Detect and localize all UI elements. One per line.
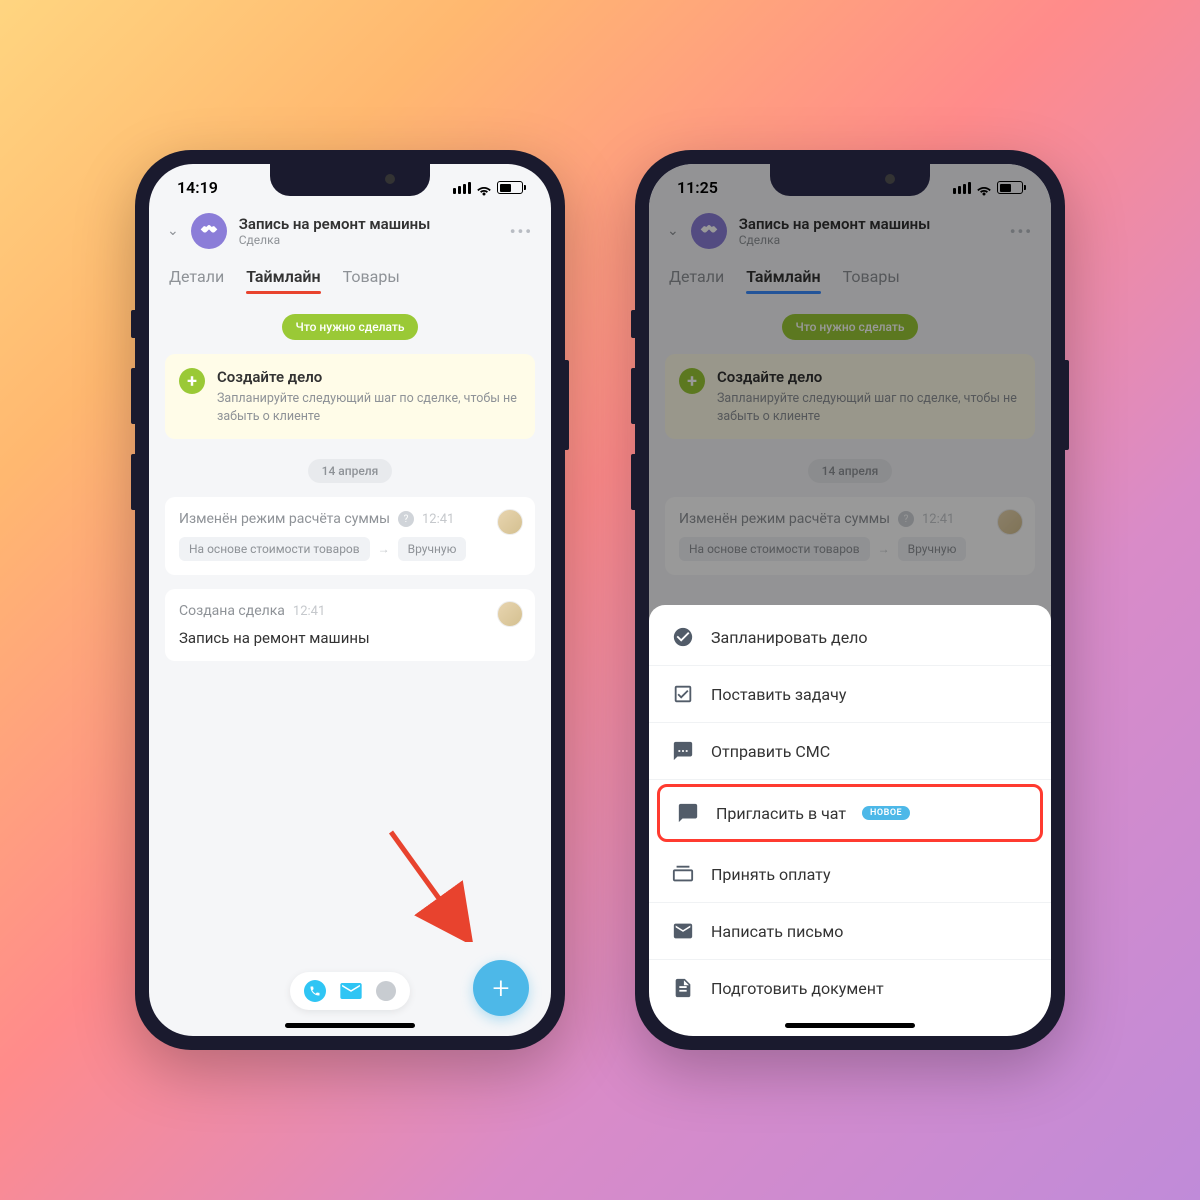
chevron-down-icon[interactable]: ⌄ bbox=[167, 223, 179, 239]
tab-details[interactable]: Детали bbox=[169, 267, 224, 298]
notch bbox=[770, 164, 930, 196]
date-pill: 14 апреля bbox=[308, 459, 393, 483]
create-subtitle: Запланируйте следующий шаг по сделке, чт… bbox=[217, 390, 521, 425]
home-indicator[interactable] bbox=[785, 1023, 915, 1028]
action-email[interactable]: Написать письмо bbox=[649, 903, 1051, 960]
action-document[interactable]: Подготовить документ bbox=[649, 960, 1051, 1016]
action-label: Принять оплату bbox=[711, 865, 831, 884]
create-title: Создайте дело bbox=[217, 368, 521, 386]
notch bbox=[270, 164, 430, 196]
event-body: Запись на ремонт машины bbox=[179, 629, 521, 647]
status-time: 14:19 bbox=[177, 178, 218, 197]
action-sms[interactable]: Отправить СМС bbox=[649, 723, 1051, 780]
more-icon[interactable]: ••• bbox=[510, 222, 533, 241]
tab-products[interactable]: Товары bbox=[343, 267, 400, 298]
phone-left: 14:19 ⌄ Запись на ремонт машины Сделка •… bbox=[135, 150, 565, 1050]
todo-pill: Что нужно сделать bbox=[282, 314, 419, 340]
screen-left: 14:19 ⌄ Запись на ремонт машины Сделка •… bbox=[149, 164, 551, 1036]
battery-icon bbox=[497, 181, 523, 194]
tab-timeline[interactable]: Таймлайн bbox=[246, 267, 320, 298]
event-title: Изменён режим расчёта суммы bbox=[179, 511, 390, 527]
tag-from: На основе стоимости товаров bbox=[179, 537, 370, 561]
avatar bbox=[497, 601, 523, 627]
wifi-icon bbox=[476, 182, 492, 194]
sms-icon bbox=[671, 739, 695, 763]
action-task[interactable]: Поставить задачу bbox=[649, 666, 1051, 723]
home-indicator[interactable] bbox=[285, 1023, 415, 1028]
action-payment[interactable]: Принять оплату bbox=[649, 846, 1051, 903]
chat-invite-icon bbox=[676, 801, 700, 825]
tabs: Детали Таймлайн Товары bbox=[149, 257, 551, 298]
chat-icon[interactable] bbox=[376, 981, 396, 1001]
signal-icon bbox=[453, 182, 471, 194]
page-title: Запись на ремонт машины bbox=[239, 215, 498, 233]
event-time: 12:41 bbox=[293, 604, 325, 619]
new-badge: НОВОЕ bbox=[862, 806, 910, 820]
timeline-event[interactable]: Создана сделка 12:41 Запись на ремонт ма… bbox=[165, 589, 535, 661]
action-sheet: Запланировать дело Поставить задачу Отпр… bbox=[649, 605, 1051, 1036]
create-task-card[interactable]: + Создайте дело Запланируйте следующий ш… bbox=[165, 354, 535, 439]
help-icon[interactable]: ? bbox=[398, 511, 414, 527]
action-label: Запланировать дело bbox=[711, 628, 868, 647]
action-label: Пригласить в чат bbox=[716, 804, 846, 823]
mail-icon bbox=[671, 919, 695, 943]
phone-icon[interactable] bbox=[304, 980, 326, 1002]
page-subtitle: Сделка bbox=[239, 233, 498, 247]
arrow-right-icon: → bbox=[378, 542, 390, 556]
action-invite-chat[interactable]: Пригласить в чат НОВОЕ bbox=[657, 784, 1043, 842]
event-title: Создана сделка bbox=[179, 603, 285, 619]
event-time: 12:41 bbox=[422, 512, 454, 527]
avatar bbox=[497, 509, 523, 535]
arrow-annotation bbox=[381, 822, 481, 946]
tag-to: Вручную bbox=[398, 537, 467, 561]
deal-icon bbox=[191, 213, 227, 249]
phone-right: 11:25 ⌄ Запись на ремонт машины Сделка •… bbox=[635, 150, 1065, 1050]
action-label: Подготовить документ bbox=[711, 979, 884, 998]
plus-icon: + bbox=[179, 368, 205, 394]
timeline-event[interactable]: Изменён режим расчёта суммы ? 12:41 На о… bbox=[165, 497, 535, 575]
action-label: Поставить задачу bbox=[711, 685, 846, 704]
check-circle-icon bbox=[671, 625, 695, 649]
action-plan[interactable]: Запланировать дело bbox=[649, 609, 1051, 666]
screen-right: 11:25 ⌄ Запись на ремонт машины Сделка •… bbox=[649, 164, 1051, 1036]
mail-icon[interactable] bbox=[340, 980, 362, 1002]
header: ⌄ Запись на ремонт машины Сделка ••• bbox=[149, 205, 551, 257]
add-button[interactable]: + bbox=[473, 960, 529, 1016]
wallet-icon bbox=[671, 862, 695, 886]
action-label: Отправить СМС bbox=[711, 742, 830, 761]
checkbox-icon bbox=[671, 682, 695, 706]
quick-actions bbox=[290, 972, 410, 1010]
document-icon bbox=[671, 976, 695, 1000]
action-label: Написать письмо bbox=[711, 922, 843, 941]
